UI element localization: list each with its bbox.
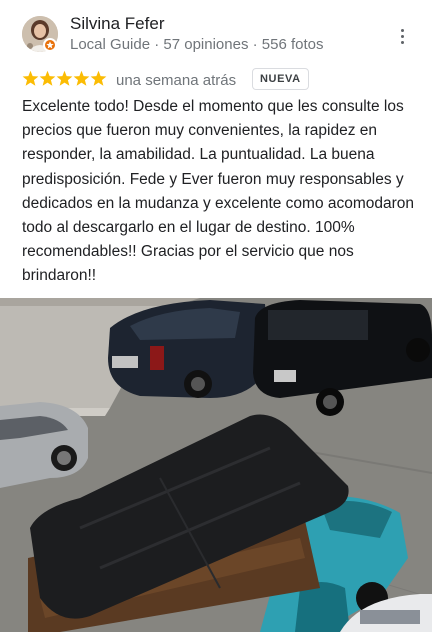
photo-street-scene	[0, 298, 432, 632]
star-icon	[73, 70, 90, 86]
star-icon	[56, 70, 73, 86]
star-icon	[90, 70, 107, 86]
local-guide-star-icon	[43, 38, 57, 52]
review-header: Silvina Fefer Local Guide · 57 opiniones…	[0, 0, 432, 66]
star-icon	[39, 70, 56, 86]
review-body: Excelente todo! Desde el momento que les…	[22, 98, 415, 285]
star-rating	[22, 70, 108, 88]
review-text: Excelente todo! Desde el momento que les…	[22, 95, 422, 289]
new-badge: NUEVA	[252, 68, 309, 90]
review-photo[interactable]	[0, 298, 432, 632]
reviewer-meta: Local Guide · 57 opiniones · 556 fotos	[70, 36, 324, 53]
reviewer-name[interactable]: Silvina Fefer	[70, 14, 164, 34]
star-icon	[22, 70, 39, 86]
rating-row: una semana atrás NUEVA	[22, 68, 422, 94]
more-vert-icon[interactable]	[392, 24, 412, 48]
review-time: una semana atrás	[116, 72, 237, 89]
